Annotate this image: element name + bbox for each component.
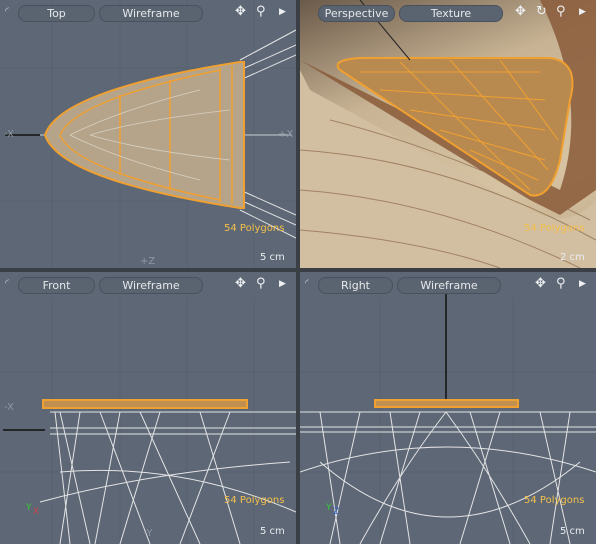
svg-text:Z: Z — [333, 507, 339, 517]
view-type-dropdown[interactable]: Perspective — [318, 5, 395, 22]
shading-mode-dropdown[interactable]: Wireframe — [99, 277, 203, 294]
svg-text:Y: Y — [325, 503, 332, 513]
move-arrows-icon[interactable]: ✥ — [535, 276, 546, 292]
viewport-front[interactable]: YX ◜ Front Wireframe ✥ ⚲ ▶ -X -Y 54 Poly… — [0, 272, 296, 544]
triangle-right-icon[interactable]: ▶ — [279, 4, 286, 20]
polygon-count: 54 Polygons — [224, 495, 285, 506]
viewport-perspective[interactable]: Perspective Texture ✥ ↻ ⚲ ▶ 54 Polygons … — [300, 0, 596, 268]
viewport-header: ◜ Right Wireframe ✥ ⚲ ▶ — [300, 272, 596, 298]
axis-label-bottom: +Z — [140, 256, 156, 267]
grid-scale: 2 cm — [560, 252, 585, 263]
axis-label-left: -X — [4, 129, 14, 140]
axis-label-right: +X — [278, 129, 294, 140]
move-arrows-icon[interactable]: ✥ — [235, 4, 246, 20]
triangle-right-icon[interactable]: ▶ — [579, 276, 586, 292]
viewport-header: ◜ Top Wireframe ✥ ⚲ ▶ — [0, 0, 296, 26]
polygon-count: 54 Polygons — [524, 495, 585, 506]
viewport-header: Perspective Texture ✥ ↻ ⚲ ▶ — [300, 0, 596, 26]
shading-mode-dropdown[interactable]: Texture — [399, 5, 503, 22]
move-arrows-icon[interactable]: ✥ — [235, 276, 246, 292]
viewport-top[interactable]: ◜ Top Wireframe ✥ ⚲ ▶ -X +X +Z 54 Polygo… — [0, 0, 296, 268]
grid-scale: 5 cm — [260, 526, 285, 537]
axis-gizmo-x: X — [33, 507, 39, 517]
polygon-count: 54 Polygons — [224, 223, 285, 234]
axis-label-left: -X — [4, 402, 14, 413]
viewport-header: ◜ Front Wireframe ✥ ⚲ ▶ — [0, 272, 296, 298]
magnifier-icon[interactable]: ⚲ — [556, 4, 566, 20]
view-type-dropdown[interactable]: Front — [18, 277, 95, 294]
magnifier-icon[interactable]: ⚲ — [256, 4, 266, 20]
grid-scale: 5 cm — [560, 526, 585, 537]
view-type-dropdown[interactable]: Top — [18, 5, 95, 22]
axis-gizmo-y: Y — [25, 503, 32, 513]
rotate-icon[interactable]: ↻ — [536, 4, 547, 20]
polygon-count: 54 Polygons — [524, 223, 585, 234]
move-arrows-icon[interactable]: ✥ — [515, 4, 526, 20]
magnifier-icon[interactable]: ⚲ — [256, 276, 266, 292]
viewport-options-icon[interactable]: ◜ — [5, 6, 9, 17]
triangle-right-icon[interactable]: ▶ — [279, 276, 286, 292]
magnifier-icon[interactable]: ⚲ — [556, 276, 566, 292]
viewport-options-icon[interactable]: ◜ — [305, 278, 309, 289]
shading-mode-dropdown[interactable]: Wireframe — [99, 5, 203, 22]
triangle-right-icon[interactable]: ▶ — [579, 4, 586, 20]
viewport-right[interactable]: YZ ◜ Right Wireframe ✥ ⚲ ▶ 54 Polygons 5… — [300, 272, 596, 544]
view-type-dropdown[interactable]: Right — [318, 277, 393, 294]
axis-label-bottom: -Y — [144, 528, 153, 539]
viewport-options-icon[interactable]: ◜ — [5, 278, 9, 289]
grid-scale: 5 cm — [260, 252, 285, 263]
shading-mode-dropdown[interactable]: Wireframe — [397, 277, 501, 294]
